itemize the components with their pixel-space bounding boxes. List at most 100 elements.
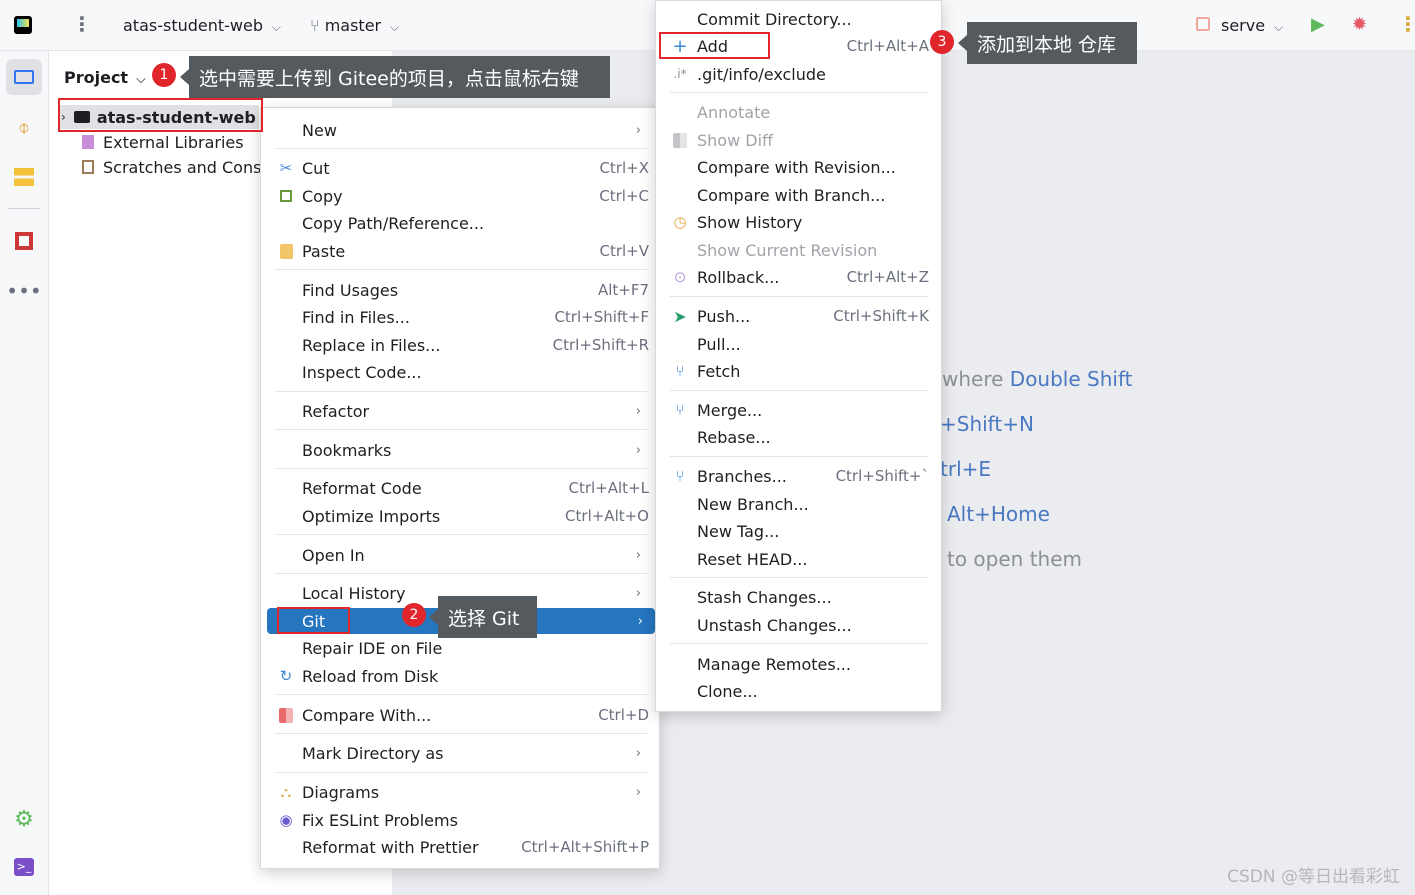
git-item-compare-revision[interactable]: Compare with Revision... <box>662 154 935 180</box>
menu-item-find-usages[interactable]: Find Usages Alt+F7 <box>267 277 653 303</box>
git-item-fetch[interactable]: ⑂ Fetch <box>662 358 935 384</box>
highlight-box-add <box>659 32 770 59</box>
menu-item-fix-eslint[interactable]: ◉ Fix ESLint Problems <box>267 807 653 833</box>
menu-item-reformat-code[interactable]: Reformat Code Ctrl+Alt+L <box>267 475 653 501</box>
git-item-show-diff[interactable]: Show Diff <box>662 127 935 153</box>
debug-icon[interactable]: ✹ <box>1352 14 1367 35</box>
merge-icon: ⑂ <box>675 401 685 419</box>
git-item-manage-remotes[interactable]: Manage Remotes... <box>662 651 935 677</box>
git-item-compare-branch[interactable]: Compare with Branch... <box>662 182 935 208</box>
menu-item-cut[interactable]: ✂ Cut Ctrl+X <box>267 155 653 181</box>
more-tools-icon[interactable]: ••• <box>6 273 42 309</box>
menu-item-replace-in-files[interactable]: Replace in Files... Ctrl+Shift+R <box>267 332 653 358</box>
run-config-name: serve <box>1221 16 1266 35</box>
git-item-show-current-revision[interactable]: Show Current Revision <box>662 237 935 263</box>
project-name: atas-student-web <box>123 16 264 35</box>
git-item-unstash[interactable]: Unstash Changes... <box>662 612 935 638</box>
git-item-annotate[interactable]: Annotate <box>662 99 935 125</box>
step-callout: 添加到本地 仓库 <box>958 22 1137 64</box>
git-item-clone[interactable]: Clone... <box>662 678 935 704</box>
clipboard-icon <box>277 242 295 260</box>
fetch-icon: ⑂ <box>675 362 685 380</box>
highlight-box-project-root <box>58 98 263 132</box>
step-callout: 选择 Git <box>429 596 537 638</box>
menu-item-paste[interactable]: Paste Ctrl+V <box>267 238 653 264</box>
git-item-new-tag[interactable]: New Tag... <box>662 518 935 544</box>
step-badge: 3 <box>930 30 954 54</box>
tool-window-strip: ⌽ ••• ⚙ >_ <box>0 51 49 895</box>
git-item-new-branch[interactable]: New Branch... <box>662 491 935 517</box>
menu-item-compare-with[interactable]: Compare With... Ctrl+D <box>267 702 653 728</box>
commit-tool-icon[interactable]: ⌽ <box>6 109 42 145</box>
branch-name: master <box>324 16 382 35</box>
git-item-merge[interactable]: ⑂ Merge... <box>662 397 935 423</box>
structure-tool-icon[interactable] <box>6 159 42 195</box>
step-callout: 选中需要上传到 Gitee的项目，点击鼠标右键 <box>180 56 610 98</box>
menu-item-new[interactable]: New › <box>267 117 653 143</box>
watermark: CSDN @等日出看彩虹 <box>1227 867 1400 887</box>
menu-item-reformat-prettier[interactable]: Reformat with Prettier Ctrl+Alt+Shift+P <box>267 834 653 860</box>
tree-item-label: Scratches and Cons <box>103 157 262 177</box>
history-icon: ◷ <box>673 213 687 231</box>
library-icon <box>82 135 94 149</box>
eslint-icon: ◉ <box>279 811 293 829</box>
branch-icon: ⑂ <box>310 16 320 35</box>
scissors-icon: ✂ <box>279 159 293 177</box>
step-badge: 2 <box>402 603 426 627</box>
git-item-rebase[interactable]: Rebase... <box>662 424 935 450</box>
diagram-icon: ⛬ <box>280 783 292 801</box>
more-actions-icon[interactable]: ⋮ <box>1398 12 1415 36</box>
npm-tool-icon[interactable] <box>6 223 42 259</box>
strip-divider <box>8 208 40 209</box>
webstorm-logo-icon[interactable] <box>14 16 32 34</box>
highlight-box-git <box>277 607 350 634</box>
chevron-down-icon: ⌵ <box>268 20 282 34</box>
copy-icon <box>277 187 295 205</box>
ignore-file-icon: .i* <box>673 67 687 81</box>
settings-gear-icon[interactable]: ⚙ <box>6 801 42 837</box>
menu-item-reload-from-disk[interactable]: ↻ Reload from Disk <box>267 663 653 689</box>
project-panel-title[interactable]: Project ⌵ <box>64 68 146 87</box>
terminal-icon[interactable]: >_ <box>6 849 42 885</box>
menu-item-find-in-files[interactable]: Find in Files... Ctrl+Shift+F <box>267 304 653 330</box>
git-item-push[interactable]: ➤ Push... Ctrl+Shift+K <box>662 303 935 329</box>
diff-icon <box>671 131 689 149</box>
tree-item-label: External Libraries <box>103 132 244 152</box>
git-item-show-history[interactable]: ◷ Show History <box>662 209 935 235</box>
git-item-pull[interactable]: Pull... <box>662 331 935 357</box>
menu-item-refactor[interactable]: Refactor › <box>267 398 653 424</box>
tree-item-external-libraries[interactable]: External Libraries <box>82 130 244 154</box>
menu-item-optimize-imports[interactable]: Optimize Imports Ctrl+Alt+O <box>267 503 653 529</box>
run-icon[interactable]: ▶ <box>1311 14 1325 35</box>
menu-item-repair-ide[interactable]: Repair IDE on File <box>267 635 653 661</box>
project-context-menu: New › ✂ Cut Ctrl+X Copy Ctrl+C Copy Path/Ref… <box>260 107 660 869</box>
menu-item-bookmarks[interactable]: Bookmarks › <box>267 437 653 463</box>
menu-item-mark-directory[interactable]: Mark Directory as › <box>267 740 653 766</box>
recent-files-hint: trl+E <box>940 457 992 481</box>
navigation-bar-hint: Alt+Home <box>947 502 1050 526</box>
step-badge: 1 <box>152 63 176 87</box>
git-item-commit-directory[interactable]: Commit Directory... <box>662 6 935 32</box>
git-item-reset-head[interactable]: Reset HEAD... <box>662 546 935 572</box>
push-icon: ➤ <box>673 306 687 326</box>
compare-icon <box>277 706 295 724</box>
git-item-stash[interactable]: Stash Changes... <box>662 584 935 610</box>
branch-icon: ⑂ <box>675 467 685 485</box>
main-menu-icon[interactable]: ⋮ <box>72 12 92 36</box>
git-item-exclude[interactable]: .i* .git/info/exclude <box>662 61 935 87</box>
chevron-down-icon: ⌵ <box>1270 20 1284 34</box>
branch-selector[interactable]: ⑂ master ⌵ <box>310 16 399 35</box>
project-tool-icon[interactable] <box>6 59 42 95</box>
menu-item-inspect-code[interactable]: Inspect Code... <box>267 359 653 385</box>
project-selector[interactable]: atas-student-web ⌵ <box>123 16 281 35</box>
menu-item-open-in[interactable]: Open In › <box>267 542 653 568</box>
menu-item-diagrams[interactable]: ⛬ Diagrams › <box>267 779 653 805</box>
menu-item-copy[interactable]: Copy Ctrl+C <box>267 183 653 209</box>
git-item-branches[interactable]: ⑂ Branches... Ctrl+Shift+` <box>662 463 935 489</box>
run-config-selector[interactable]: serve ⌵ <box>1221 16 1283 35</box>
reload-icon: ↻ <box>279 667 293 685</box>
run-config-icon <box>1196 17 1210 31</box>
menu-item-copy-path[interactable]: Copy Path/Reference... <box>267 210 653 236</box>
drop-files-hint: to open them <box>947 547 1083 571</box>
git-item-rollback[interactable]: ⊙ Rollback... Ctrl+Alt+Z <box>662 264 935 290</box>
